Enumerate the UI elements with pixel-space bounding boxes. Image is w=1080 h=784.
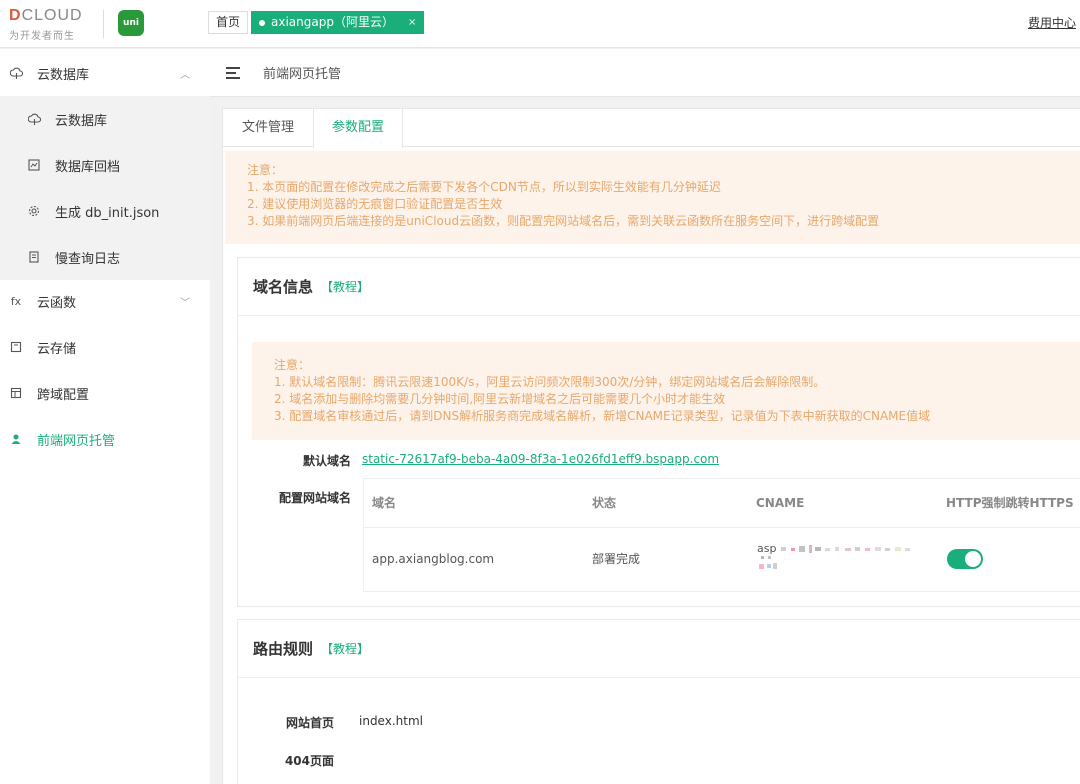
- notice-title: 注意：: [247, 163, 284, 177]
- hosting-icon: [9, 432, 23, 446]
- notice-line: 3. 配置域名审核通过后，请到DNS解析服务商完成域名解析，新增CNAME记录类…: [274, 409, 931, 423]
- notice-line: 1. 本页面的配置在修改完成之后需要下发各个CDN节点，所以到实际生效能有几分钟…: [247, 180, 721, 194]
- sidebar-item-label: 云函数: [37, 295, 77, 311]
- sidebar-item-label: 数据库回档: [55, 159, 121, 175]
- domain-table: 域名 状态 CNAME HTTP强制跳转HTTPS app.axiangblog…: [363, 478, 1080, 592]
- sidebar-item-db-rollback[interactable]: 数据库回档: [0, 142, 210, 188]
- gear-icon: [27, 204, 41, 218]
- cross-domain-icon: [9, 386, 23, 400]
- sidebar-item-label: 云数据库: [55, 113, 108, 129]
- notice-title: 注意：: [274, 358, 311, 372]
- function-icon: fx: [10, 294, 22, 308]
- table-cell-status: 部署完成: [592, 552, 641, 566]
- card-header: 域名信息 【教程】: [238, 258, 1080, 316]
- tab-axiangapp[interactable]: axiangapp（阿里云） ×: [251, 11, 425, 34]
- tab-home[interactable]: 首页: [208, 11, 249, 34]
- home-page-label: 网站首页: [285, 716, 334, 730]
- backup-icon: [27, 158, 41, 172]
- sidebar-item-slow-log[interactable]: 慢查询日志: [0, 234, 210, 280]
- log-icon: [27, 250, 41, 264]
- notice-line: 1. 默认域名限制：腾讯云限速100K/s，阿里云访问频次限制300次/分钟，绑…: [274, 375, 826, 389]
- sidebar-item-label: 跨域配置: [37, 387, 90, 403]
- table-header-domain: 域名: [372, 496, 397, 510]
- tutorial-link[interactable]: 【教程】: [321, 278, 369, 295]
- notice-line: 2. 建议使用浏览器的无痕窗口验证配置是否生效: [247, 197, 503, 211]
- sidebar-item-db-init[interactable]: 生成 db_init.json: [0, 188, 210, 234]
- storage-icon: [9, 340, 23, 354]
- table-header-status: 状态: [592, 496, 617, 510]
- route-rules-card: 路由规则 【教程】 网站首页 index.html 404页面: [237, 619, 1080, 784]
- close-icon[interactable]: ×: [408, 11, 416, 34]
- tab-param-config[interactable]: 参数配置: [313, 109, 403, 148]
- 404-page-label: 404页面: [284, 754, 334, 768]
- notice-line: 3. 如果前端网页后端连接的是uniCloud云函数，则配置完网站域名后，需到关…: [247, 214, 880, 228]
- fee-center-link[interactable]: 费用中心: [1028, 14, 1076, 31]
- tab-axiangapp-label: axiangapp（阿里云）: [271, 15, 394, 29]
- https-redirect-toggle[interactable]: [947, 549, 983, 569]
- card-header: 路由规则 【教程】: [238, 620, 1080, 678]
- dcloud-logo[interactable]: DCLOUD 为开发者而生: [9, 7, 93, 43]
- card-title: 域名信息: [253, 278, 314, 296]
- sidebar-item-label: 云数据库: [37, 67, 90, 83]
- tab-file-management[interactable]: 文件管理: [223, 109, 313, 147]
- sidebar-item-cloud-db-sub[interactable]: 云数据库: [0, 96, 210, 142]
- active-dot-icon: [259, 19, 265, 26]
- tutorial-link[interactable]: 【教程】: [321, 640, 369, 657]
- chevron-down-icon[interactable]: ﹀: [180, 294, 190, 309]
- menu-toggle-icon[interactable]: [226, 66, 242, 80]
- sidebar-item-cloud-function[interactable]: fx 云函数 ﹀: [0, 278, 210, 324]
- sidebar-item-web-hosting[interactable]: 前端网页托管: [0, 416, 210, 462]
- logo-brand: DCLOUD: [9, 7, 83, 24]
- default-domain-link[interactable]: static-72617af9-beba-4a09-8f3a-1e026fd1e…: [362, 452, 719, 466]
- database-icon: [9, 66, 23, 80]
- card-title: 路由规则: [253, 640, 314, 658]
- breadcrumb: 前端网页托管: [210, 49, 1080, 97]
- table-header-cname: CNAME: [756, 496, 805, 510]
- sidebar-item-label: 生成 db_init.json: [55, 205, 160, 221]
- content-tabs: 文件管理 参数配置: [223, 109, 1080, 148]
- chevron-up-icon[interactable]: ︿: [180, 66, 190, 81]
- notice-domain: 注意： 1. 默认域名限制：腾讯云限速100K/s，阿里云访问频次限制300次/…: [252, 342, 1080, 440]
- main-panel: 文件管理 参数配置 注意： 1. 本页面的配置在修改完成之后需要下发各个CDN节…: [222, 108, 1080, 784]
- default-domain-label: 默认域名: [302, 454, 351, 468]
- sidebar-item-cross-domain[interactable]: 跨域配置: [0, 370, 210, 416]
- logo-tagline: 为开发者而生: [9, 31, 75, 42]
- sidebar: 云数据库 ︿ 云数据库 数据库回档 生成 db_init.json 慢查询日志 …: [0, 49, 210, 784]
- toggle-knob: [965, 551, 981, 567]
- home-page-value: index.html: [359, 714, 423, 728]
- notice-line: 2. 域名添加与删除均需要几分钟时间,阿里云新增域名之后可能需要几个小时才能生效: [274, 392, 726, 406]
- sidebar-item-label: 前端网页托管: [37, 433, 116, 449]
- uni-logo[interactable]: uni: [118, 10, 144, 36]
- domain-info-card: 域名信息 【教程】 注意： 1. 默认域名限制：腾讯云限速100K/s，阿里云访…: [237, 257, 1080, 607]
- database-icon: [27, 112, 41, 126]
- sidebar-item-cloud-storage[interactable]: 云存储: [0, 324, 210, 370]
- sidebar-item-label: 慢查询日志: [55, 251, 121, 267]
- logo-divider: [103, 10, 104, 38]
- page-title: 前端网页托管: [263, 67, 342, 82]
- table-header-https: HTTP强制跳转HTTPS: [946, 496, 1074, 510]
- notice-top: 注意： 1. 本页面的配置在修改完成之后需要下发各个CDN节点，所以到实际生效能…: [225, 151, 1080, 244]
- cname-value-redacted: asp: [757, 542, 927, 576]
- table-cell-domain: app.axiangblog.com: [372, 552, 495, 566]
- sidebar-item-cloud-db[interactable]: 云数据库 ︿: [0, 50, 210, 96]
- top-bar: DCLOUD 为开发者而生 uni 首页 axiangapp（阿里云） × 费用…: [0, 0, 1080, 48]
- site-domain-label: 配置网站域名: [278, 491, 351, 505]
- sidebar-item-label: 云存储: [37, 341, 77, 357]
